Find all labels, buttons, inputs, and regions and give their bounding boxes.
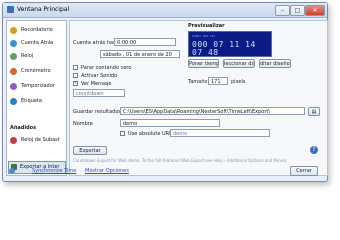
name-input[interactable]: demo [120,119,220,127]
absolute-url-checkbox[interactable] [120,131,125,136]
show-options-link[interactable]: Mostrar Opciones [85,168,129,174]
preview-header: HOURS MIN SEC [192,34,216,38]
close-window-button[interactable]: ✕ [305,5,325,16]
size-unit: pixels [231,79,246,85]
timer-icon [10,83,17,90]
export-note: Countdown Export for Web demo. To the fu… [73,158,287,163]
absolute-url-label: Use absolute URL [128,131,172,137]
sidebar-item-recordatorio[interactable]: Recordatorio [10,25,64,36]
show-message-checkbox[interactable] [73,80,78,86]
sound-label: Activar Sonido [81,73,118,79]
countdown-label: Cuenta atrás has [73,40,116,46]
show-message-label: Ver Mensaje [81,81,112,87]
sidebar-item-temporizador[interactable]: Temporizador [10,81,64,92]
export-path-input[interactable]: C:\Users\ES\AppData\Roaming\NesterSoft\T… [120,107,305,115]
size-input[interactable]: 171 [208,77,228,85]
save-results-label: Guardar resultados e [73,109,126,115]
section-heading-addons: Añadidos [10,125,37,131]
set-time-button[interactable]: Poner tiempo... [188,59,219,68]
label-icon [10,98,17,105]
clock-icon [10,53,17,60]
preview-display: HOURS MIN SEC 000 07 11 14 07 48 [188,31,272,57]
minimize-button[interactable]: – [275,5,290,16]
countdown-icon [10,40,17,47]
stop-at-zero-checkbox[interactable] [73,65,78,70]
window-title: Ventana Principal [17,6,70,13]
stop-at-zero-label: Parar contando cero [81,65,132,71]
sidebar-item-reloj-subasta[interactable]: Reloj de Subast [10,135,64,146]
size-label: Tamaño [188,79,208,85]
main-panel: Cuenta atrás has 0:00:00 sábado , 01 de … [69,20,328,176]
sidebar-item-reloj[interactable]: Reloj [10,51,64,62]
auction-clock-icon [10,137,17,144]
main-window: Ventana Principal – □ ✕ Recordatorio Cue… [2,2,328,182]
sidebar: Recordatorio Cuenta Atrás Reloj Cronómet… [6,20,67,176]
export-button[interactable]: Exportar [73,146,107,155]
browse-folder-button[interactable]: ▤ [308,107,320,116]
close-button[interactable]: Cerrar [290,166,318,176]
sidebar-item-cuenta-atras[interactable]: Cuenta Atrás [10,38,64,49]
maximize-button[interactable]: □ [290,5,305,16]
preview-digits: 000 07 11 14 07 48 [192,40,256,57]
title-bar[interactable]: Ventana Principal – □ ✕ [3,3,327,18]
select-design-button[interactable]: leccionar dise [223,59,255,68]
bell-icon [10,27,17,34]
sync-icon [9,168,15,174]
absolute-url-input[interactable]: demo [170,129,270,137]
sidebar-item-cronometro[interactable]: Cronómetro [10,66,64,77]
app-icon [7,6,14,13]
sound-checkbox[interactable] [73,73,78,78]
preview-title: Previsualizar [188,23,225,29]
edit-design-button[interactable]: ditar diseño... [259,59,291,68]
countdown-time-input[interactable]: 0:00:00 [114,38,176,46]
message-input[interactable]: countdown [73,89,125,97]
help-icon[interactable]: ? [310,146,318,154]
synchronize-time-link[interactable]: Synchronize Time [32,168,76,174]
sidebar-item-etiqueta[interactable]: Etiqueta [10,96,64,107]
folder-icon: ▤ [311,109,317,115]
countdown-date-picker[interactable]: sábado , 01 de enero de 20 [100,50,180,58]
name-label: Nombre [73,121,93,127]
stopwatch-icon [10,68,17,75]
